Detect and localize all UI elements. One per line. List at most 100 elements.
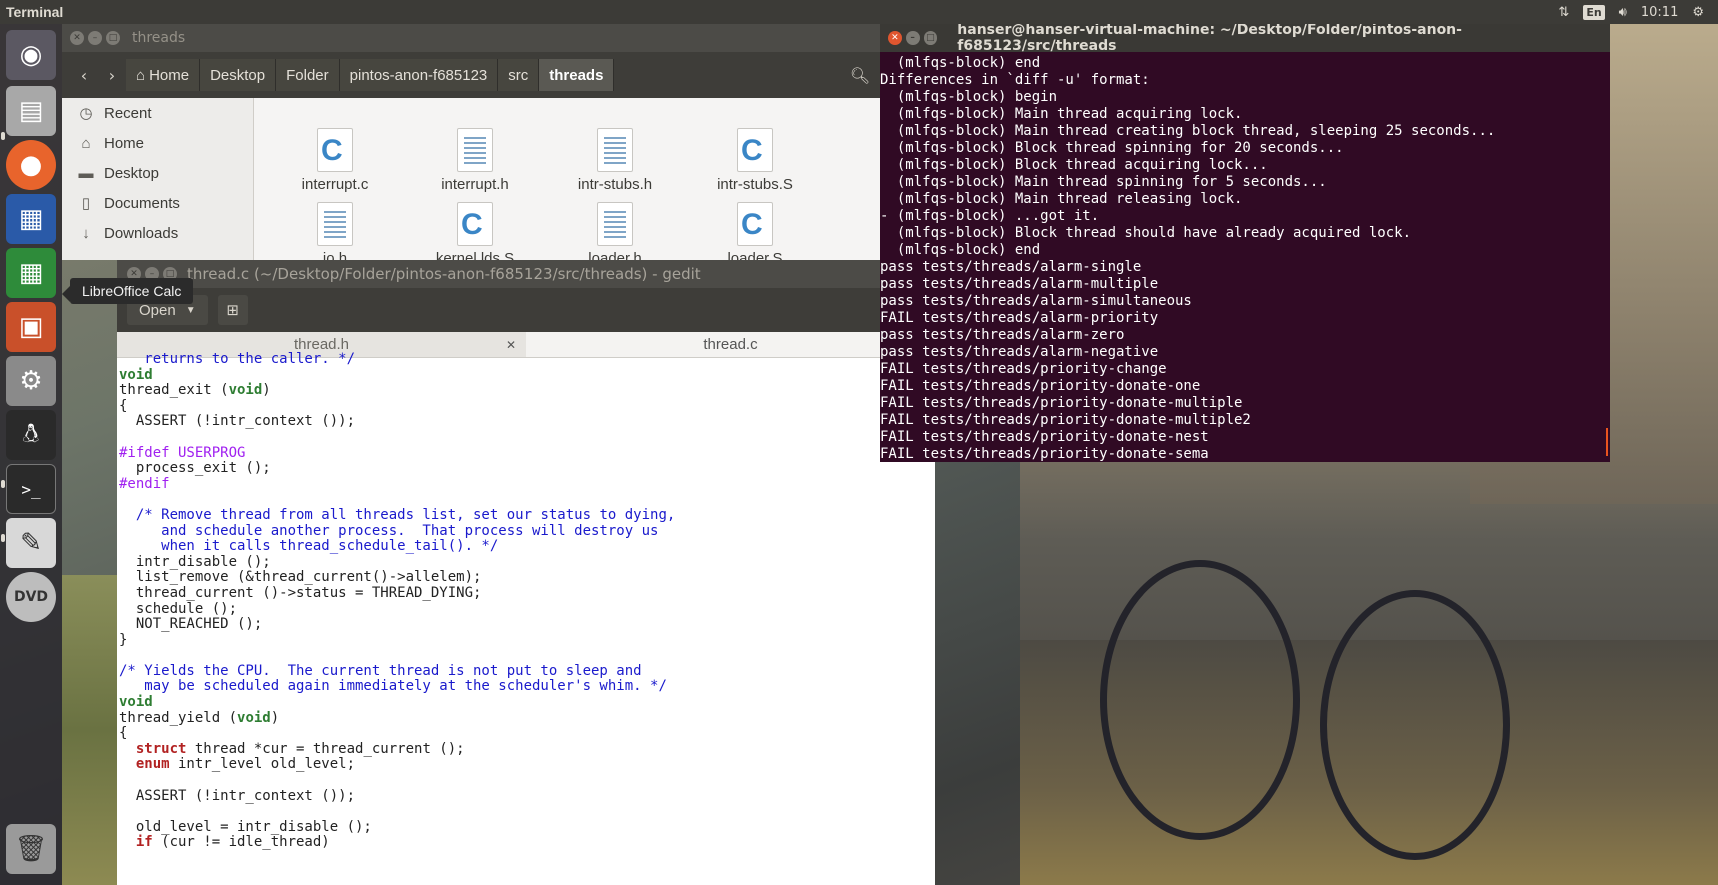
keyboard-layout-badge: En (1583, 4, 1605, 20)
libreoffice-calc-icon[interactable]: ▦ (6, 248, 56, 298)
trash-icon[interactable]: 🗑︎ (6, 824, 56, 874)
terminal-line: FAIL tests/threads/priority-change (880, 361, 1167, 377)
close-tab-icon[interactable]: ✕ (506, 338, 516, 352)
sidebar-item-label: Home (104, 134, 145, 152)
breadcrumb-label: Home (149, 66, 190, 84)
scrollbar-indicator[interactable] (1606, 428, 1608, 456)
terminal-line: (mlfqs-block) Main thread acquiring lock… (880, 106, 1243, 122)
file-name: io.h (322, 250, 348, 260)
terminal-line: pass tests/threads/alarm-zero (880, 327, 1125, 343)
terminal-line: (mlfqs-block) end (880, 242, 1041, 258)
file-intr-stubs-s[interactable]: intr-stubs.S (695, 128, 815, 193)
sidebar-item-home[interactable]: ⌂ Home (62, 128, 253, 158)
chevron-down-icon: ▼ (185, 304, 196, 316)
breadcrumb-home[interactable]: ⌂ Home (126, 59, 201, 91)
launcher: ◉ ▤ ● ▦ ▦ ▣ ⚙ 🐧︎ >_ ✎ DVD 🗑︎ (0, 24, 62, 885)
breadcrumb-src[interactable]: src (498, 59, 540, 91)
tab-thread-h[interactable]: thread.h ✕ (117, 332, 526, 357)
file-interrupt-h[interactable]: interrupt.h (415, 128, 535, 193)
qq-penguin-icon[interactable]: 🐧︎ (6, 410, 56, 460)
maximize-button[interactable]: □ (923, 31, 938, 45)
forward-arrow-icon[interactable]: › (98, 60, 126, 90)
file-loader-s[interactable]: loader.S (695, 202, 815, 260)
volume-icon[interactable]: 🔊︎ (1619, 5, 1627, 20)
terminal-line: (mlfqs-block) Main thread creating block… (880, 123, 1496, 139)
terminal-line: (mlfqs-block) Main thread spinning for 5… (880, 174, 1327, 190)
sidebar-item-label: Recent (104, 104, 152, 122)
file-name: loader.S (727, 250, 783, 260)
gedit-toolbar: Open ▼ ⊞ (117, 288, 935, 332)
gedit-titlebar: ✕ – □ thread.c (~/Desktop/Folder/pintos-… (117, 260, 935, 288)
header-file-icon (597, 128, 633, 172)
file-manager-sidebar: ◷ Recent ⌂ Home ▬ Desktop ▯ Documents ↓ Downl… (62, 98, 254, 260)
power-gear-icon[interactable]: ⚙︎ (1692, 5, 1704, 20)
top-panel: Terminal ⇅ En 🔊︎ 10:11 ⚙︎ (0, 0, 1718, 24)
file-manager-titlebar: ✕ – □ threads (62, 24, 880, 52)
terminal-line: FAIL tests/threads/priority-donate-sema (880, 446, 1209, 462)
terminal-line: (mlfqs-block) Block thread spinning for … (880, 140, 1344, 156)
terminal-line: (mlfqs-block) begin (880, 89, 1058, 105)
minimize-button[interactable]: – (88, 31, 102, 45)
maximize-button[interactable]: □ (106, 31, 120, 45)
file-name: loader.h (588, 250, 642, 260)
breadcrumb-threads[interactable]: threads (539, 59, 615, 91)
close-button[interactable]: ✕ (888, 31, 902, 45)
file-interrupt-c[interactable]: interrupt.c (275, 128, 395, 193)
c-source-icon (317, 128, 353, 172)
clock[interactable]: 10:11 (1641, 5, 1678, 20)
file-name: interrupt.h (441, 176, 509, 193)
terminal-line: pass tests/threads/alarm-negative (880, 344, 1159, 360)
file-io-h[interactable]: io.h (275, 202, 395, 260)
tab-thread-c[interactable]: thread.c (526, 332, 935, 357)
sidebar-item-downloads[interactable]: ↓ Downloads (62, 218, 253, 248)
libreoffice-writer-icon[interactable]: ▦ (6, 194, 56, 244)
file-kernel-lds-s[interactable]: kernel.lds.S (415, 202, 535, 260)
running-indicator (1, 132, 5, 140)
document-icon: ▯ (81, 195, 91, 212)
sidebar-item-documents[interactable]: ▯ Documents (62, 188, 253, 218)
breadcrumb-pintos[interactable]: pintos-anon-f685123 (339, 59, 499, 91)
terminal-line: FAIL tests/threads/alarm-priority (880, 310, 1159, 326)
terminal-output[interactable]: (mlfqs-block) end Differences in `diff -u… (880, 52, 1610, 462)
file-loader-h[interactable]: loader.h (555, 202, 675, 260)
breadcrumb-folder[interactable]: Folder (276, 59, 340, 91)
search-icon[interactable]: 🔍︎ (840, 59, 880, 91)
clock-icon: ◷ (79, 105, 93, 122)
terminal-title: hanser@hanser-virtual-machine: ~/Desktop… (957, 24, 1462, 54)
terminal-line: FAIL tests/threads/priority-donate-one (880, 378, 1201, 394)
terminal-line: FAIL tests/threads/priority-donate-multi… (880, 412, 1251, 428)
sidebar-item-label: Documents (104, 194, 180, 212)
breadcrumb-desktop[interactable]: Desktop (200, 59, 277, 91)
sidebar-item-desktop[interactable]: ▬ Desktop (62, 158, 253, 188)
sidebar-item-label: Downloads (104, 224, 179, 242)
ubuntu-dash-icon[interactable]: ◉ (6, 30, 56, 80)
dvd-icon[interactable]: DVD (6, 572, 56, 622)
terminal-icon[interactable]: >_ (6, 464, 56, 514)
back-arrow-icon[interactable]: ‹ (70, 60, 98, 90)
libreoffice-impress-icon[interactable]: ▣ (6, 302, 56, 352)
assembly-source-icon (457, 202, 493, 246)
file-manager-toolbar: ‹ › ⌂ Home Desktop Folder pintos-anon-f68… (62, 52, 880, 98)
minimize-button[interactable]: – (905, 31, 920, 45)
firefox-icon[interactable]: ● (6, 140, 56, 190)
close-button[interactable]: ✕ (70, 31, 84, 45)
new-tab-icon[interactable]: ⊞ (217, 295, 248, 325)
files-icon[interactable]: ▤ (6, 86, 56, 136)
launcher-tooltip: LibreOffice Calc (61, 278, 194, 304)
active-app-title: Terminal (6, 4, 64, 20)
terminal-line: Differences in `diff -u' format: (880, 72, 1150, 88)
keyboard-layout-indicator[interactable]: En (1583, 4, 1605, 20)
sidebar-item-recent[interactable]: ◷ Recent (62, 98, 253, 128)
system-settings-icon[interactable]: ⚙ (6, 356, 56, 406)
file-grid: interrupt.c interrupt.h intr-stubs.h int… (255, 98, 880, 260)
folder-icon: ▬ (78, 164, 94, 182)
network-icon[interactable]: ⇅ (1558, 5, 1569, 20)
open-button-label: Open (139, 301, 176, 319)
header-file-icon (597, 202, 633, 246)
gedit-window: ✕ – □ thread.c (~/Desktop/Folder/pintos-… (117, 260, 935, 885)
code-editor[interactable]: returns to the caller. */ void thread_ex… (117, 351, 935, 851)
terminal-line: (mlfqs-block) Block thread acquiring loc… (880, 157, 1268, 173)
text-editor-icon[interactable]: ✎ (6, 518, 56, 568)
terminal-line: pass tests/threads/alarm-single (880, 259, 1142, 275)
file-intr-stubs-h[interactable]: intr-stubs.h (555, 128, 675, 193)
